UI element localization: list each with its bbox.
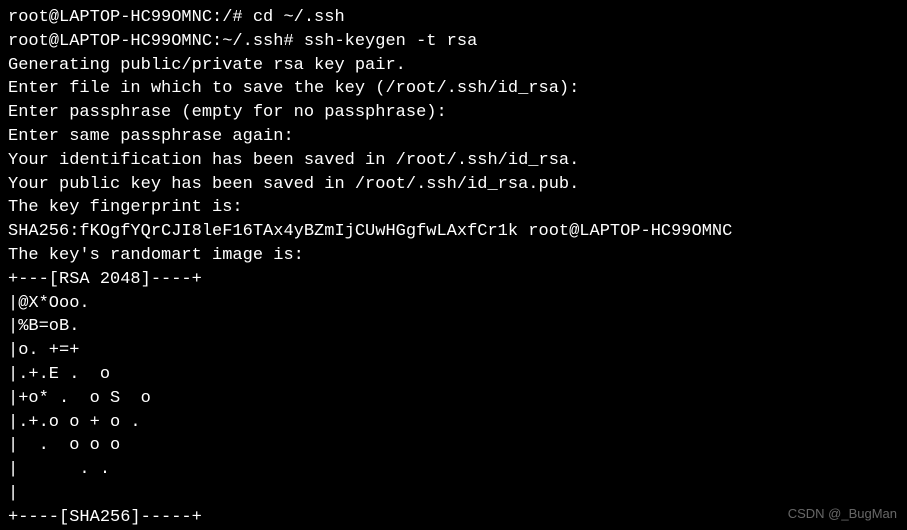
terminal-line: |@X*Ooo. [8, 292, 899, 316]
terminal-line: Enter file in which to save the key (/ro… [8, 77, 899, 101]
terminal-line: | [8, 482, 899, 506]
terminal-line: Generating public/private rsa key pair. [8, 54, 899, 78]
terminal-line: The key's randomart image is: [8, 244, 899, 268]
terminal-line: root@LAPTOP-HC99OMNC:/# cd ~/.ssh [8, 6, 899, 30]
watermark-text: CSDN @_BugMan [788, 505, 897, 523]
terminal-line: | . . [8, 458, 899, 482]
terminal-output[interactable]: root@LAPTOP-HC99OMNC:/# cd ~/.sshroot@LA… [8, 6, 899, 530]
terminal-line: Your public key has been saved in /root/… [8, 173, 899, 197]
terminal-line: +---[RSA 2048]----+ [8, 268, 899, 292]
terminal-line: |.+.o o + o . [8, 411, 899, 435]
terminal-line: +----[SHA256]-----+ [8, 506, 899, 530]
terminal-line: The key fingerprint is: [8, 196, 899, 220]
terminal-line: | . o o o [8, 434, 899, 458]
terminal-line: root@LAPTOP-HC99OMNC:~/.ssh# ssh-keygen … [8, 30, 899, 54]
terminal-line: Enter same passphrase again: [8, 125, 899, 149]
terminal-line: |%B=oB. [8, 315, 899, 339]
terminal-line: |+o* . o S o [8, 387, 899, 411]
terminal-line: |.+.E . o [8, 363, 899, 387]
terminal-line: |o. +=+ [8, 339, 899, 363]
terminal-line: Enter passphrase (empty for no passphras… [8, 101, 899, 125]
terminal-line: Your identification has been saved in /r… [8, 149, 899, 173]
terminal-line: SHA256:fKOgfYQrCJI8leF16TAx4yBZmIjCUwHGg… [8, 220, 899, 244]
